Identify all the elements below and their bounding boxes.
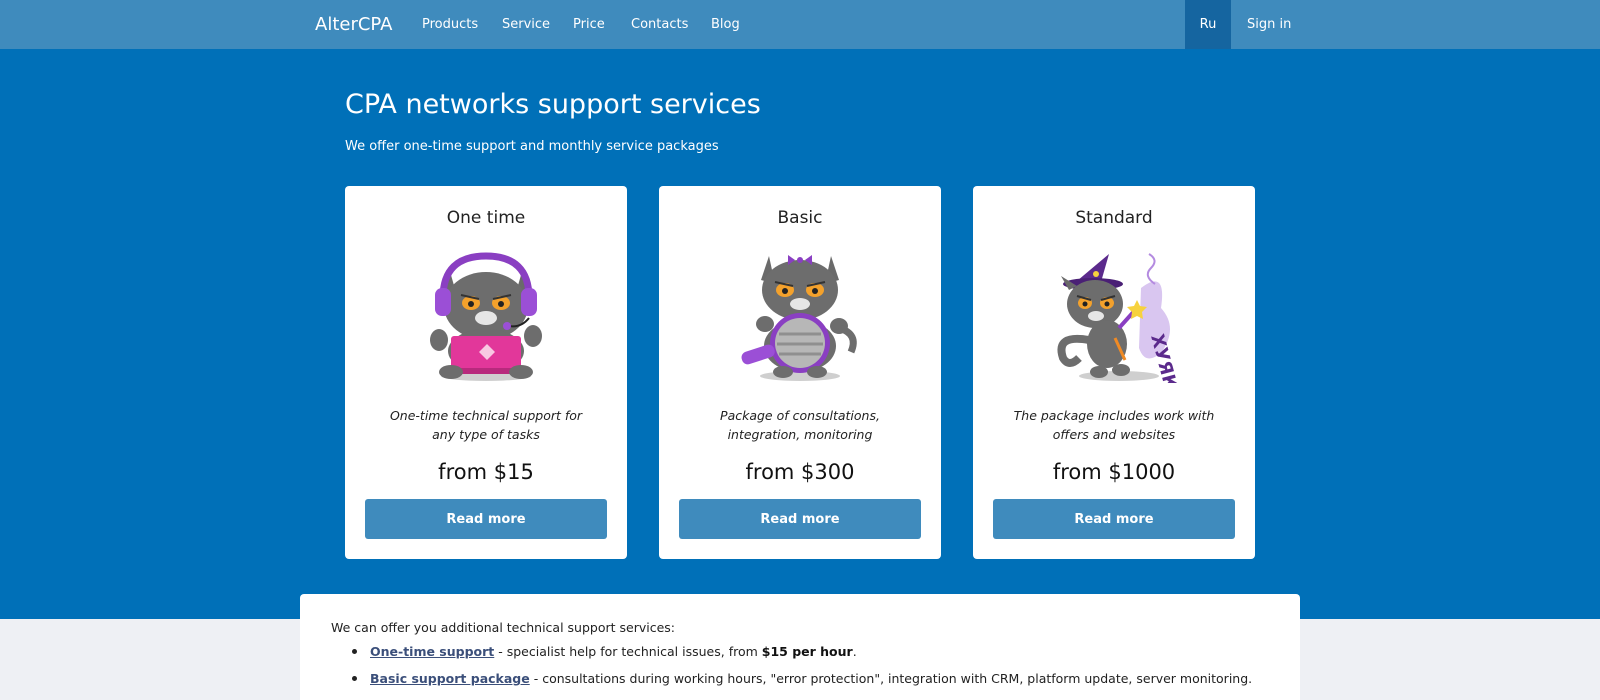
- service-text: - specialist help for technical issues, …: [494, 644, 762, 659]
- nav-link-products[interactable]: Products: [422, 17, 478, 32]
- read-more-button[interactable]: Read more: [993, 499, 1235, 539]
- plan-card-standard: Standard ХУЯК The package includes work …: [973, 186, 1255, 559]
- plan-price: from $1000: [1052, 460, 1176, 484]
- plan-price: from $300: [745, 460, 855, 484]
- nav-link-price[interactable]: Price: [573, 17, 605, 32]
- nav-link-contacts[interactable]: Contacts: [631, 17, 688, 32]
- cat-headphones-laptop-icon: [430, 252, 542, 381]
- plan-description-line: any type of tasks: [432, 427, 540, 442]
- service-price: $15 per hour: [761, 644, 853, 659]
- page-title: CPA networks support services: [345, 89, 761, 120]
- plan-title: Standard: [1075, 208, 1153, 228]
- plan-description-line: Package of consultations,: [720, 408, 880, 423]
- plan-card-basic: Basic Package of consultations, integrat…: [659, 186, 941, 559]
- plan-description-line: integration, monitoring: [727, 427, 873, 442]
- services-intro: We can offer you additional technical su…: [331, 620, 676, 635]
- plan-description: Package of consultations, integration, m…: [689, 406, 911, 444]
- plan-card-one-time: One time One-time technical support for …: [345, 186, 627, 559]
- sign-in-link[interactable]: Sign in: [1247, 17, 1291, 32]
- nav-link-blog[interactable]: Blog: [711, 17, 740, 32]
- plan-title: One time: [446, 208, 526, 228]
- read-more-button[interactable]: Read more: [365, 499, 607, 539]
- plan-description-line: offers and websites: [1052, 427, 1176, 442]
- page-subtitle: We offer one-time support and monthly se…: [345, 139, 719, 154]
- nav-link-service[interactable]: Service: [502, 17, 550, 32]
- plan-price: from $15: [438, 460, 534, 484]
- top-navbar: AlterCPA Products Service Price Contacts…: [0, 0, 1600, 49]
- brand-logo[interactable]: AlterCPA: [315, 14, 392, 35]
- plan-description: The package includes work with offers an…: [1003, 406, 1225, 444]
- services-panel: We can offer you additional technical su…: [300, 594, 1300, 700]
- plan-description: One-time technical support for any type …: [375, 406, 597, 444]
- plan-description-line: The package includes work with: [1013, 408, 1215, 423]
- one-time-support-link[interactable]: One-time support: [370, 644, 494, 659]
- language-switch-ru[interactable]: Ru: [1185, 0, 1231, 49]
- service-tail: .: [852, 644, 857, 659]
- services-list: One-time support - specialist help for t…: [331, 638, 1271, 692]
- service-text: - consultations during working hours, "e…: [529, 671, 1253, 686]
- plan-description-line: One-time technical support for: [389, 408, 583, 423]
- plan-title: Basic: [777, 208, 823, 228]
- read-more-button[interactable]: Read more: [679, 499, 921, 539]
- wizard-cat-wand-icon: ХУЯК: [1057, 253, 1179, 383]
- list-item: One-time support - specialist help for t…: [331, 638, 1271, 665]
- cat-shield-icon: [741, 255, 857, 381]
- basic-support-package-link[interactable]: Basic support package: [370, 671, 530, 686]
- hero-section: CPA networks support services We offer o…: [0, 49, 1600, 619]
- list-item: Basic support package - consultations du…: [331, 665, 1271, 692]
